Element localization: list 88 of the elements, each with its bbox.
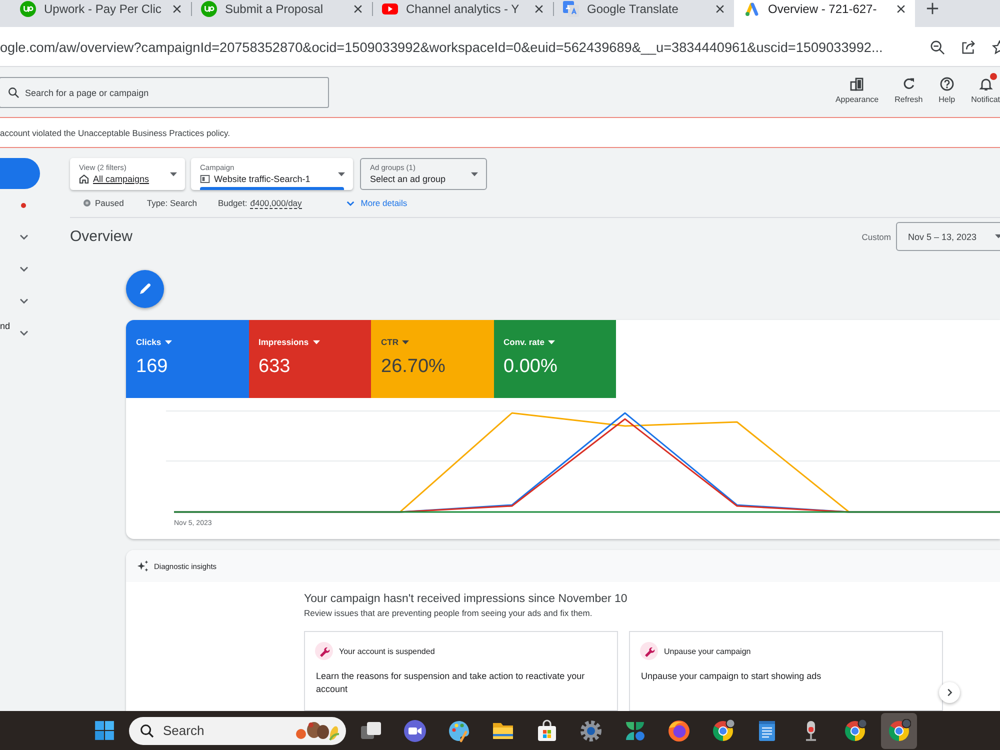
wheel-avatar-icon xyxy=(843,718,867,742)
more-details-button[interactable]: More details xyxy=(346,198,408,208)
campaign-icon xyxy=(200,174,210,184)
zoom-out-icon[interactable] xyxy=(930,40,945,55)
notification-dot-icon xyxy=(990,73,997,80)
budget-label: Budget: xyxy=(218,198,248,208)
plus-icon[interactable] xyxy=(926,2,939,15)
issue-title: Unpause your campaign xyxy=(664,646,751,656)
start-logo-icon[interactable] xyxy=(94,720,115,741)
circle-logo-icon xyxy=(20,1,36,17)
alert-message: account violated the Unacceptable Business Practices policy. xyxy=(0,128,230,138)
help-icon xyxy=(940,77,954,91)
wrench-icon xyxy=(315,642,333,660)
share-icon[interactable] xyxy=(961,40,976,55)
gear-icon xyxy=(579,718,603,742)
caret-icon xyxy=(312,340,320,344)
metric-tile[interactable]: Conv. rate 0.00% xyxy=(494,320,616,398)
chevron-down-icon[interactable] xyxy=(19,232,29,242)
notifications-button[interactable]: Notificat xyxy=(971,77,1000,104)
chevron-down-icon[interactable] xyxy=(19,296,29,306)
appearance-button[interactable]: Appearance xyxy=(835,77,879,104)
chevron-right-icon xyxy=(945,688,954,697)
wheel-app-icon xyxy=(711,718,735,742)
date-range-dropdown[interactable]: Nov 5 – 13, 2023 xyxy=(896,222,1000,251)
metric-tile[interactable]: CTR 26.70% xyxy=(371,320,494,398)
wrench-icon xyxy=(640,642,658,660)
shopping-bag-icon xyxy=(535,718,559,742)
help-button[interactable]: Help xyxy=(938,77,956,104)
issue-card[interactable]: Your account is suspended Learn the reasons for suspension and take action to reactivate your account xyxy=(304,631,618,711)
browser-tab[interactable]: Upwork - Pay Per Clic xyxy=(10,0,191,27)
refresh-icon xyxy=(902,77,916,91)
triangle-logo-icon xyxy=(744,1,760,17)
issue-text: Unpause your campaign to start showing ads xyxy=(641,670,822,683)
wheel-avatar-icon xyxy=(887,718,911,742)
caret-icon xyxy=(548,340,556,344)
close-icon[interactable] xyxy=(533,3,545,15)
campaign-type-text: Type: Search xyxy=(146,198,197,208)
home-icon xyxy=(79,174,89,184)
insights-subtitle: Review issues that are preventing people from seeing your ads and fix them. xyxy=(304,608,594,619)
pill-button[interactable] xyxy=(0,158,40,189)
nav-label[interactable]: nd xyxy=(0,321,10,332)
insights-headline: Your campaign hasn't received impressions since November 10 xyxy=(304,592,628,606)
caret-icon xyxy=(338,172,345,176)
caret-icon xyxy=(995,234,1000,239)
search-icon xyxy=(8,87,19,98)
caret-icon xyxy=(170,172,177,176)
browser-tab[interactable]: Channel analytics - Y xyxy=(372,0,553,27)
caret-icon xyxy=(471,172,478,176)
status-text: Paused xyxy=(95,198,124,208)
next-button[interactable] xyxy=(939,682,960,703)
autumn-decor-icon xyxy=(294,720,342,740)
columns-icon xyxy=(850,77,864,91)
browser-tab[interactable]: Overview - 721-627- xyxy=(734,0,915,27)
issue-text: Learn the reasons for suspension and take action to reactivate your account xyxy=(316,670,586,696)
caret-icon xyxy=(402,340,410,344)
chevron-down-icon[interactable] xyxy=(19,264,29,274)
paused-status-icon xyxy=(83,199,91,207)
palette-icon xyxy=(447,718,471,742)
browser-tab[interactable]: Google Translate xyxy=(553,0,734,27)
circle-logo-icon xyxy=(201,1,217,17)
issue-title: Your account is suspended xyxy=(339,646,435,656)
browser-tab[interactable]: Submit a Proposal xyxy=(191,0,372,27)
budget-link[interactable]: đ400,000/day xyxy=(250,198,302,208)
search-field[interactable]: Search for a page or campaign xyxy=(0,77,329,108)
caret-icon xyxy=(165,340,172,344)
video-chat-icon xyxy=(403,718,427,742)
edit-button[interactable] xyxy=(126,270,164,308)
sparkle-icon xyxy=(137,560,149,572)
close-icon[interactable] xyxy=(714,3,726,15)
page-title: Overview xyxy=(70,228,133,245)
taskbar-search-field[interactable]: Search xyxy=(129,716,346,744)
chevron-down-icon[interactable] xyxy=(19,328,29,338)
pencil-icon xyxy=(138,282,152,296)
issue-card[interactable]: Unpause your campaign Unpause your campaign to start showing ads xyxy=(629,631,943,711)
status-dot-icon xyxy=(21,202,26,208)
range-label: Custom xyxy=(862,232,891,242)
metric-tile[interactable]: Clicks 169 xyxy=(126,320,248,398)
search-icon xyxy=(140,724,154,738)
taskbar-app-button[interactable] xyxy=(881,712,917,748)
chevron-down-icon xyxy=(346,198,355,208)
ring-app-icon xyxy=(667,718,691,742)
close-icon[interactable] xyxy=(352,3,364,15)
play-logo-icon xyxy=(382,1,398,17)
metric-tile[interactable]: Impressions 633 xyxy=(248,320,371,398)
close-icon[interactable] xyxy=(895,3,907,15)
bell-icon xyxy=(978,77,993,91)
refresh-button[interactable]: Refresh xyxy=(894,77,923,104)
close-icon[interactable] xyxy=(171,3,183,15)
